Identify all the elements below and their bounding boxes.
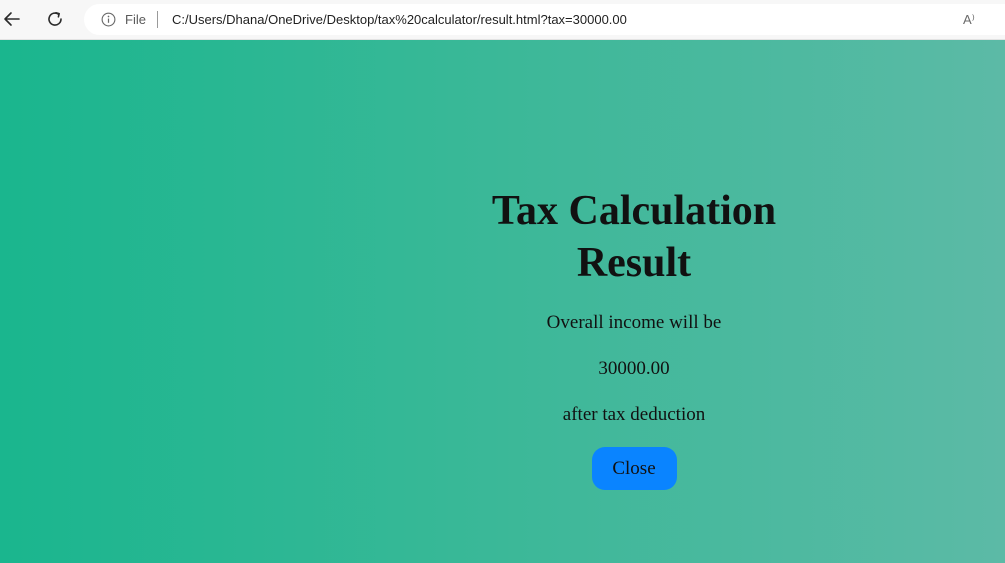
address-divider: [157, 11, 158, 28]
result-panel: Tax Calculation Result Overall income wi…: [434, 185, 834, 490]
page-background: Tax Calculation Result Overall income wi…: [0, 40, 1005, 563]
file-scheme-label: File: [125, 12, 146, 27]
read-aloud-icon[interactable]: A⁾: [963, 11, 975, 28]
income-amount: 30000.00: [598, 358, 670, 379]
back-button[interactable]: [1, 8, 23, 30]
browser-toolbar: File C:/Users/Dhana/OneDrive/Desktop/tax…: [0, 0, 1005, 40]
info-icon[interactable]: [101, 12, 116, 27]
refresh-icon: [48, 12, 62, 26]
deduction-label: after tax deduction: [562, 404, 706, 425]
income-label: Overall income will be: [546, 312, 722, 333]
page-title: Tax Calculation Result: [491, 188, 777, 286]
close-button[interactable]: Close: [591, 447, 677, 490]
refresh-button[interactable]: [44, 8, 66, 30]
address-bar[interactable]: File C:/Users/Dhana/OneDrive/Desktop/tax…: [84, 4, 1005, 35]
url-text[interactable]: C:/Users/Dhana/OneDrive/Desktop/tax%20ca…: [172, 12, 627, 27]
arrow-left-icon: [4, 12, 20, 26]
